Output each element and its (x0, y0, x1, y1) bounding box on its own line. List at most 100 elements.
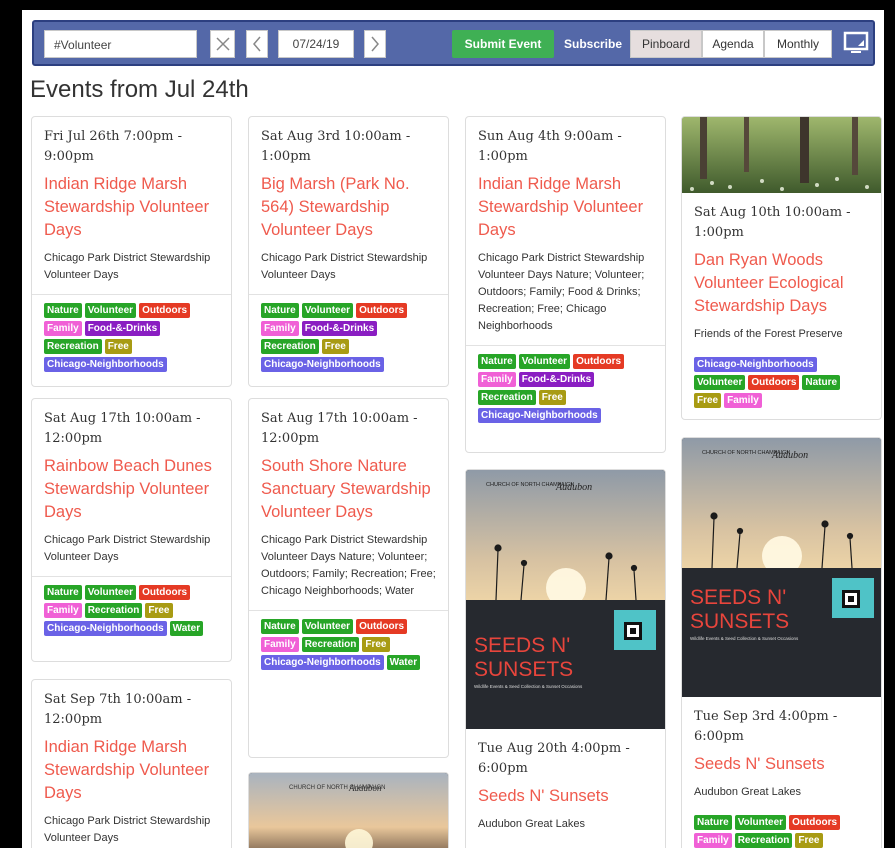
tag-volunteer[interactable]: Volunteer (694, 375, 746, 390)
tag-nature[interactable]: Nature (44, 585, 82, 600)
tag-free[interactable]: Free (362, 637, 390, 652)
event-card[interactable]: Sat Sep 7th 10:00am - 12:00pm Indian Rid… (31, 679, 232, 848)
tag-recreation[interactable]: Recreation (301, 637, 360, 652)
tag-nature[interactable]: Nature (261, 303, 299, 318)
event-title-link[interactable]: Indian Ridge Marsh Stewardship Volunteer… (44, 173, 219, 242)
poster-headline-line2: SUNSETS (690, 610, 789, 633)
event-poster-image[interactable]: CHURCH OF NORTH CHAMPAIGN Audubon (249, 773, 448, 848)
tag-volunteer[interactable]: Volunteer (734, 815, 787, 830)
tag-outdoors[interactable]: Outdoors (356, 619, 408, 634)
tag-free[interactable]: Free (321, 339, 349, 354)
tag-chicago-neighborhoods[interactable]: Chicago-Neighborhoods (694, 357, 817, 372)
toolbar: #Volunteer 07/24/19 Submit Event Subscri… (32, 20, 875, 66)
tag-chicago-neighborhoods[interactable]: Chicago-Neighborhoods (44, 357, 167, 372)
event-card[interactable]: CHURCH OF NORTH CHAMPAIGN Audubon SEEDS … (465, 469, 666, 848)
tag-free[interactable]: Free (104, 339, 132, 354)
event-title-link[interactable]: Rainbow Beach Dunes Stewardship Voluntee… (44, 455, 219, 524)
event-title-link[interactable]: Big Marsh (Park No. 564) Stewardship Vol… (261, 173, 436, 242)
event-description: Chicago Park District Stewardship Volunt… (44, 252, 211, 281)
event-description: Friends of the Forest Preserve (694, 328, 843, 340)
tag-outdoors[interactable]: Outdoors (789, 815, 841, 830)
view-agenda-button[interactable]: Agenda (702, 30, 764, 58)
prev-date-button[interactable] (246, 30, 268, 58)
event-time: Tue Aug 20th 4:00pm - 6:00pm (478, 741, 630, 776)
tag-family[interactable]: Family (261, 321, 299, 336)
tag-outdoors[interactable]: Outdoors (139, 303, 191, 318)
tag-family[interactable]: Family (694, 833, 732, 848)
submit-event-button[interactable]: Submit Event (452, 30, 554, 58)
tag-food-drinks[interactable]: Food-&-Drinks (84, 321, 161, 336)
tag-outdoors[interactable]: Outdoors (748, 375, 800, 390)
tag-recreation[interactable]: Recreation (478, 390, 536, 405)
tag-recreation[interactable]: Recreation (44, 339, 102, 354)
tag-nature[interactable]: Nature (44, 303, 82, 318)
event-card[interactable]: CHURCH OF NORTH CHAMPAIGN Audubon SEEDS … (681, 437, 882, 848)
tag-nature[interactable]: Nature (802, 375, 841, 390)
tag-family[interactable]: Family (44, 603, 82, 618)
tag-volunteer[interactable]: Volunteer (301, 619, 354, 634)
tag-free[interactable]: Free (694, 393, 722, 408)
fullscreen-button[interactable] (842, 28, 870, 58)
tag-volunteer[interactable]: Volunteer (301, 303, 354, 318)
next-date-button[interactable] (364, 30, 386, 58)
event-title-link[interactable]: Indian Ridge Marsh Stewardship Volunteer… (478, 173, 653, 242)
event-description: Chicago Park District Stewardship Volunt… (44, 534, 211, 563)
chevron-right-icon (371, 36, 379, 52)
event-title-link[interactable]: Seeds N' Sunsets (478, 785, 653, 808)
search-input[interactable]: #Volunteer (44, 30, 197, 58)
event-poster-image[interactable]: CHURCH OF NORTH CHAMPAIGN Audubon SEEDS … (682, 438, 881, 697)
tag-nature[interactable]: Nature (694, 815, 732, 830)
event-description: Audubon Great Lakes (478, 818, 586, 830)
tag-recreation[interactable]: Recreation (261, 339, 319, 354)
event-card[interactable]: Sun Aug 4th 9:00am - 1:00pm Indian Ridge… (465, 116, 666, 453)
tag-water[interactable]: Water (386, 655, 421, 670)
tag-nature[interactable]: Nature (261, 619, 299, 634)
event-time: Sat Aug 10th 10:00am - 1:00pm (694, 205, 851, 240)
tag-chicago-neighborhoods[interactable]: Chicago-Neighborhoods (261, 655, 384, 670)
tag-family[interactable]: Family (44, 321, 82, 336)
tag-water[interactable]: Water (169, 621, 204, 636)
tag-family[interactable]: Family (261, 637, 299, 652)
tag-volunteer[interactable]: Volunteer (84, 585, 137, 600)
event-card[interactable]: Sat Aug 10th 10:00am - 1:00pm Dan Ryan W… (681, 116, 882, 420)
tag-outdoors[interactable]: Outdoors (573, 354, 625, 369)
date-input[interactable]: 07/24/19 (278, 30, 354, 58)
tag-family[interactable]: Family (478, 372, 516, 387)
tag-recreation[interactable]: Recreation (734, 833, 793, 848)
view-pinboard-button[interactable]: Pinboard (630, 30, 702, 58)
event-title-link[interactable]: Dan Ryan Woods Volunteer Ecological Stew… (694, 249, 869, 318)
view-monthly-button[interactable]: Monthly (764, 30, 832, 58)
tag-list: Nature Volunteer Outdoors Family Recreation F… (682, 807, 881, 848)
clear-search-button[interactable] (210, 30, 235, 58)
tag-volunteer[interactable]: Volunteer (84, 303, 137, 318)
tag-chicago-neighborhoods[interactable]: Chicago-Neighborhoods (261, 357, 384, 372)
tag-outdoors[interactable]: Outdoors (356, 303, 408, 318)
tag-food-drinks[interactable]: Food-&-Drinks (518, 372, 595, 387)
tag-nature[interactable]: Nature (478, 354, 516, 369)
tag-free[interactable]: Free (795, 833, 823, 848)
event-card[interactable]: Fri Jul 26th 7:00pm - 9:00pm Indian Ridg… (31, 116, 232, 387)
event-card[interactable]: Sat Aug 17th 10:00am - 12:00pm South Sho… (248, 398, 449, 758)
event-description: Chicago Park District Stewardship Volunt… (44, 815, 211, 844)
event-time: Fri Jul 26th 7:00pm - 9:00pm (44, 129, 183, 164)
tag-chicago-neighborhoods[interactable]: Chicago-Neighborhoods (44, 621, 167, 636)
tag-food-drinks[interactable]: Food-&-Drinks (301, 321, 378, 336)
event-card[interactable]: Sat Aug 17th 10:00am - 12:00pm Rainbow B… (31, 398, 232, 662)
event-poster-image[interactable]: CHURCH OF NORTH CHAMPAIGN Audubon SEEDS … (466, 470, 665, 729)
subscribe-link[interactable]: Subscribe (564, 30, 628, 58)
tag-chicago-neighborhoods[interactable]: Chicago-Neighborhoods (478, 408, 601, 423)
event-photo[interactable] (682, 117, 881, 193)
tag-family[interactable]: Family (724, 393, 762, 408)
event-title-link[interactable]: South Shore Nature Sanctuary Stewardship… (261, 455, 436, 524)
event-title-link[interactable]: Seeds N' Sunsets (694, 753, 869, 776)
tag-free[interactable]: Free (145, 603, 173, 618)
forest-photo (682, 117, 881, 193)
tag-free[interactable]: Free (538, 390, 566, 405)
tag-recreation[interactable]: Recreation (84, 603, 143, 618)
event-time: Tue Sep 3rd 4:00pm - 6:00pm (694, 709, 838, 744)
tag-volunteer[interactable]: Volunteer (518, 354, 571, 369)
tag-outdoors[interactable]: Outdoors (139, 585, 191, 600)
event-title-link[interactable]: Indian Ridge Marsh Stewardship Volunteer… (44, 736, 219, 805)
event-card[interactable]: Sat Aug 3rd 10:00am - 1:00pm Big Marsh (… (248, 116, 449, 387)
event-card[interactable]: CHURCH OF NORTH CHAMPAIGN Audubon (248, 772, 449, 848)
